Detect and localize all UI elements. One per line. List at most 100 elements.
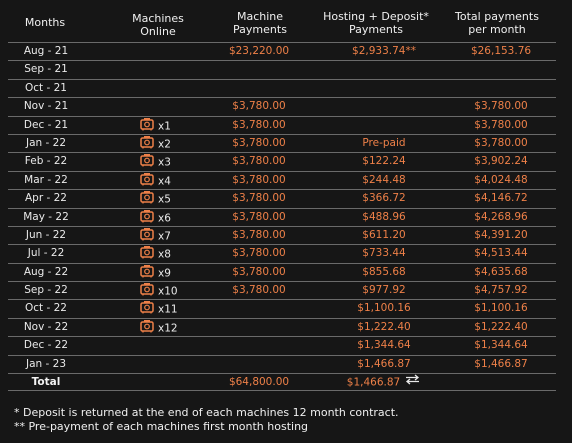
monthly-total-cell: $4,391.20 [474, 228, 528, 241]
machine-count: x1 [158, 120, 171, 133]
table-row: Jun - 22 x7 $3,780.00 $611.20 $4,391.20 [8, 225, 556, 244]
table-row: Aug - 22 x9 $3,780.00 $855.68 $4,635.68 [8, 262, 556, 281]
machine-count: x8 [158, 248, 171, 261]
prepayment-note: ** Pre-payment of each machines first mo… [14, 420, 309, 433]
machine-count: x12 [158, 322, 178, 335]
month-cell: Nov - 22 [23, 320, 69, 333]
month-cell: Oct - 21 [25, 81, 67, 94]
machine-payment-cell: $3,780.00 [232, 173, 286, 186]
month-cell: Jul - 22 [27, 247, 65, 260]
table-row: Nov - 21 $3,780.00 $3,780.00 [8, 97, 556, 115]
machine-payment-cell: $3,780.00 [232, 136, 286, 149]
machine-payment-cell: $3,780.00 [232, 100, 286, 113]
table-row: Sep - 22 x10 $3,780.00 $977.92 $4,757.92 [8, 281, 556, 299]
table-row: Dec - 21 x1 $3,780.00 $3,780.00 [8, 115, 556, 134]
machine-count: x4 [158, 175, 171, 188]
monthly-total-cell: $4,146.72 [474, 192, 528, 205]
monthly-total-cell: $3,780.00 [474, 136, 528, 149]
hosting-payment-cell: $1,466.87 [357, 357, 411, 370]
monthly-total-cell: $4,268.96 [474, 210, 528, 223]
table-row: Nov - 22 x12 $1,222.40 $1,222.40 [8, 317, 556, 336]
total-hosting: $1,466.87 [346, 376, 401, 389]
monthly-total-cell: $3,780.00 [474, 100, 528, 113]
machine-payment-cell: $3,780.00 [232, 118, 286, 131]
machine-count: x2 [158, 138, 171, 151]
monthly-total-cell: $3,902.24 [474, 155, 528, 168]
hosting-payment-cell: $122.24 [362, 155, 406, 168]
month-cell: Dec - 21 [23, 118, 69, 131]
machine-count: x9 [158, 267, 171, 280]
machine-payment-cell: $3,780.00 [232, 155, 286, 168]
machine-count: x10 [158, 285, 178, 298]
monthly-total-cell: $4,635.68 [474, 265, 528, 278]
month-cell: Nov - 21 [23, 100, 69, 113]
header-months: Months [24, 16, 66, 29]
hosting-payment-cell: $366.72 [362, 192, 406, 205]
machine-count: x6 [158, 212, 171, 225]
header-hosting-deposit: Hosting + Deposit* Payments [323, 10, 429, 36]
table-row: May - 22 x6 $3,780.00 $488.96 $4,268.96 [8, 207, 556, 226]
hosting-payment-cell: $977.92 [362, 284, 406, 297]
machine-payment-cell: $3,780.00 [232, 247, 286, 260]
table-row: Dec - 22 $1,344.64 $1,344.64 [8, 336, 556, 354]
hosting-payment-cell: $1,100.16 [357, 302, 411, 315]
hosting-payment-cell: Pre-paid [362, 136, 406, 149]
month-cell: Feb - 22 [24, 155, 68, 168]
monthly-total-cell: $4,757.92 [474, 284, 528, 297]
total-machine-payment: $64,800.00 [228, 376, 290, 389]
header-machines-online: Machines Online [132, 12, 184, 38]
table-row: Mar - 22 x4 $3,780.00 $244.48 $4,024.48 [8, 170, 556, 189]
table-row: Sep - 21 [8, 60, 556, 78]
table-header: Months Machines Online Machine Payments … [0, 0, 572, 42]
month-cell: Sep - 22 [24, 284, 68, 297]
total-label: Total [31, 376, 61, 389]
footnotes: * Deposit is returned at the end of each… [14, 406, 399, 434]
hosting-payment-cell: $855.68 [362, 265, 406, 278]
machine-payment-cell: $3,780.00 [232, 192, 286, 205]
hosting-payment-cell: $244.48 [362, 173, 406, 186]
machine-count: x5 [158, 193, 171, 206]
table-row: Oct - 22 x11 $1,100.16 $1,100.16 [8, 299, 556, 317]
month-cell: May - 22 [23, 210, 69, 223]
month-cell: Jun - 22 [25, 228, 67, 241]
table-row: Feb - 22 x3 $3,780.00 $122.24 $3,902.24 [8, 152, 556, 170]
machine-count: x7 [158, 230, 171, 243]
hosting-payment-cell: $2,933.74** [352, 45, 416, 57]
monthly-total-cell: $3,780.00 [474, 118, 528, 131]
machine-payment-cell: $3,780.00 [232, 228, 286, 241]
table-row: Oct - 21 [8, 78, 556, 97]
header-total-per-month: Total payments per month [455, 10, 539, 36]
deposit-note: * Deposit is returned at the end of each… [14, 406, 399, 419]
month-cell: Aug - 21 [23, 45, 69, 57]
month-cell: Jan - 22 [25, 136, 66, 149]
total-row: Total $64,800.00 $1,466.87 [8, 373, 556, 392]
table-row: Jan - 23 $1,466.87 $1,466.87 [8, 354, 556, 373]
monthly-total-cell: $1,466.87 [474, 357, 528, 370]
monthly-total-cell: $4,024.48 [474, 173, 528, 186]
hosting-payment-cell: $1,222.40 [357, 320, 411, 333]
machine-payment-cell: $3,780.00 [232, 284, 286, 297]
month-cell: Jan - 23 [25, 357, 66, 370]
table-row: Jan - 22 x2 $3,780.00 Pre-paid $3,780.00 [8, 133, 556, 152]
hosting-payment-cell: $733.44 [362, 247, 406, 260]
monthly-total-cell: $1,100.16 [474, 302, 528, 315]
machine-payment-cell: $23,220.00 [228, 45, 290, 57]
payment-table: Aug - 21 $23,220.00 $2,933.74** $26,153.76 S… [8, 42, 556, 392]
monthly-total-cell: $26,153.76 [470, 45, 532, 57]
machine-count: x11 [158, 303, 178, 316]
month-cell: Mar - 22 [24, 173, 68, 186]
swap-arrows-icon [404, 374, 421, 391]
month-cell: Oct - 22 [25, 302, 67, 315]
total-hosting-cell: $1,466.87 [326, 374, 442, 392]
machine-payment-cell: $3,780.00 [232, 210, 286, 223]
machine-count: x3 [158, 156, 171, 169]
machine-payment-cell: $3,780.00 [232, 265, 286, 278]
month-cell: Dec - 22 [23, 339, 69, 352]
monthly-total-cell: $1,222.40 [474, 320, 528, 333]
hosting-payment-cell: $1,344.64 [357, 339, 411, 352]
table-row: Jul - 22 x8 $3,780.00 $733.44 $4,513.44 [8, 244, 556, 262]
header-machine-payments: Machine Payments [233, 10, 287, 36]
hosting-payment-cell: $611.20 [362, 228, 406, 241]
hosting-payment-cell: $488.96 [362, 210, 406, 223]
monthly-total-cell: $4,513.44 [474, 247, 528, 260]
